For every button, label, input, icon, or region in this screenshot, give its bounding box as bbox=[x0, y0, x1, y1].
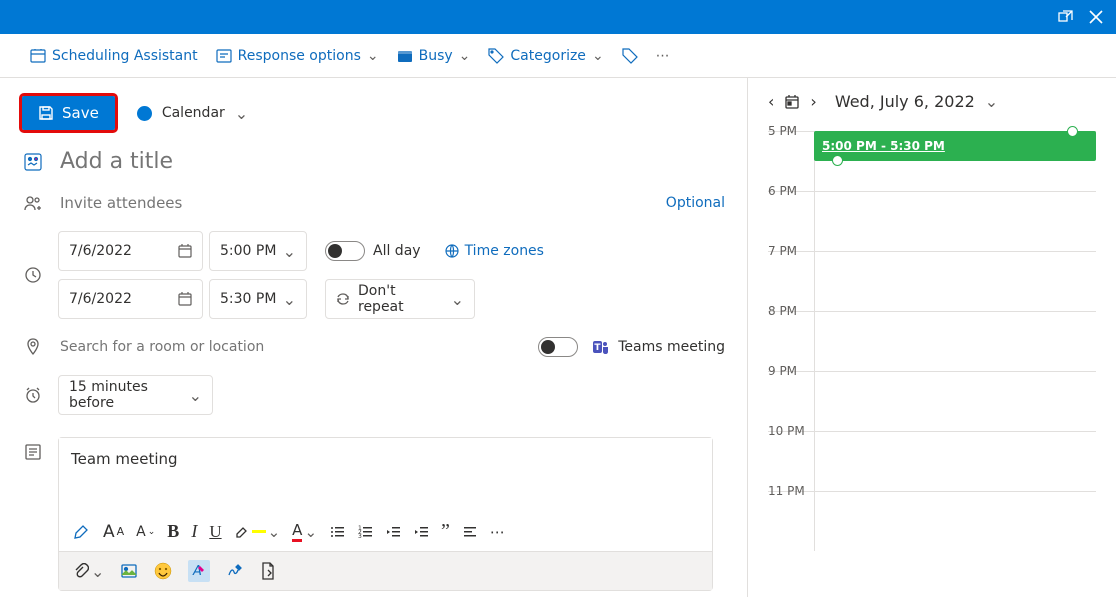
font-color-button[interactable]: A⌄ bbox=[292, 521, 317, 542]
location-input[interactable] bbox=[58, 338, 524, 356]
busy-status-button[interactable]: Busy ⌄ bbox=[397, 48, 471, 64]
tag-icon bbox=[488, 48, 504, 64]
more-formatting-button[interactable]: ⋯ bbox=[490, 523, 505, 541]
font-increase-button[interactable]: AA bbox=[103, 522, 124, 542]
close-button[interactable] bbox=[1086, 7, 1106, 27]
end-date-input[interactable]: 7/6/2022 bbox=[58, 279, 203, 319]
people-icon bbox=[24, 194, 42, 212]
svg-text:3: 3 bbox=[358, 533, 362, 540]
hour-label: 10 PM bbox=[768, 424, 814, 491]
format-toolbar: AA A⌄ B I U ⌄ A⌄ 123 ” ⋯ bbox=[59, 512, 712, 551]
all-day-toggle[interactable] bbox=[325, 241, 365, 261]
svg-text:T: T bbox=[595, 343, 602, 353]
hour-label: 11 PM bbox=[768, 484, 814, 551]
hour-label: 8 PM bbox=[768, 304, 814, 371]
signature-button[interactable] bbox=[226, 562, 244, 580]
underline-button[interactable]: U bbox=[209, 522, 221, 542]
hour-label: 6 PM bbox=[768, 184, 814, 251]
highlight-button[interactable]: ⌄ bbox=[234, 523, 281, 541]
chevron-down-icon: ⌄ bbox=[451, 290, 464, 309]
optional-link[interactable]: Optional bbox=[666, 195, 725, 211]
command-bar: Scheduling Assistant Response options ⌄ … bbox=[0, 34, 1116, 78]
bullet-list-button[interactable] bbox=[329, 524, 345, 540]
location-icon bbox=[24, 338, 42, 356]
calendar-color-dot bbox=[137, 106, 152, 121]
busy-icon bbox=[397, 48, 413, 64]
start-time-input[interactable]: 5:00 PM ⌄ bbox=[209, 231, 307, 271]
attendees-input[interactable] bbox=[58, 193, 652, 213]
overflow-button[interactable]: ⋯ bbox=[656, 48, 670, 64]
event-form: Save Calendar ⌄ Optional bbox=[0, 78, 748, 597]
text-format-button[interactable]: A bbox=[188, 560, 210, 582]
ai-suggestions-icon[interactable] bbox=[24, 153, 42, 171]
save-icon bbox=[38, 105, 54, 121]
event-block[interactable]: 5:00 PM - 5:30 PM bbox=[814, 131, 1096, 161]
repeat-icon bbox=[336, 292, 350, 306]
svg-text:A: A bbox=[192, 564, 202, 579]
hour-label: 9 PM bbox=[768, 364, 814, 431]
chevron-down-icon: ⌄ bbox=[189, 386, 202, 405]
chevron-down-icon: ⌄ bbox=[367, 48, 379, 64]
calendar-name[interactable]: Calendar bbox=[162, 105, 225, 121]
response-options-button[interactable]: Response options ⌄ bbox=[216, 48, 379, 64]
timeline[interactable]: 5:00 PM - 5:30 PM 5 PM 6 PM 7 PM 8 PM 9 … bbox=[768, 131, 1096, 551]
date-label[interactable]: Wed, July 6, 2022 bbox=[835, 92, 975, 111]
popout-button[interactable] bbox=[1056, 7, 1076, 27]
response-icon bbox=[216, 48, 232, 64]
time-zones-link[interactable]: Time zones bbox=[445, 243, 544, 259]
numbered-list-button[interactable]: 123 bbox=[357, 524, 373, 540]
end-time-input[interactable]: 5:30 PM ⌄ bbox=[209, 279, 307, 319]
attach-button[interactable]: ⌄ bbox=[73, 562, 104, 581]
chevron-down-icon: ⌄ bbox=[283, 242, 296, 261]
reminder-input[interactable]: 15 minutes before ⌄ bbox=[58, 375, 213, 415]
globe-icon bbox=[445, 244, 459, 258]
font-decrease-button[interactable]: A⌄ bbox=[136, 524, 155, 540]
chevron-down-icon: ⌄ bbox=[459, 48, 471, 64]
calendar-icon bbox=[178, 244, 192, 258]
tag-outline-icon bbox=[622, 48, 638, 64]
hour-label: 7 PM bbox=[768, 244, 814, 311]
titlebar bbox=[0, 0, 1116, 34]
title-input[interactable] bbox=[58, 148, 725, 175]
insert-toolbar: ⌄ A bbox=[59, 551, 712, 590]
today-button[interactable] bbox=[784, 94, 800, 110]
next-day-button[interactable]: › bbox=[810, 92, 816, 111]
scheduling-icon bbox=[30, 48, 46, 64]
chevron-down-icon: ⌄ bbox=[592, 48, 604, 64]
indent-button[interactable] bbox=[413, 524, 429, 540]
emoji-button[interactable] bbox=[154, 562, 172, 580]
insert-image-button[interactable] bbox=[120, 562, 138, 580]
chevron-down-icon[interactable]: ⌄ bbox=[235, 104, 248, 123]
save-button[interactable]: Save bbox=[22, 96, 115, 130]
teams-meeting-label: Teams meeting bbox=[618, 339, 725, 355]
uncategorize-button[interactable] bbox=[622, 48, 638, 64]
quote-button[interactable]: ” bbox=[441, 520, 450, 543]
bold-button[interactable]: B bbox=[167, 521, 179, 542]
categorize-button[interactable]: Categorize ⌄ bbox=[488, 48, 603, 64]
scheduling-assistant-button[interactable]: Scheduling Assistant bbox=[30, 48, 198, 64]
teams-icon: T bbox=[592, 338, 610, 356]
description-icon bbox=[24, 443, 42, 461]
teams-meeting-toggle[interactable] bbox=[538, 337, 578, 357]
calendar-icon bbox=[178, 292, 192, 306]
prev-day-button[interactable]: ‹ bbox=[768, 92, 774, 111]
description-input[interactable] bbox=[59, 438, 712, 508]
start-date-input[interactable]: 7/6/2022 bbox=[58, 231, 203, 271]
clock-icon bbox=[24, 266, 42, 284]
format-painter-button[interactable] bbox=[73, 523, 91, 541]
insert-file-button[interactable] bbox=[260, 562, 276, 580]
italic-button[interactable]: I bbox=[191, 521, 197, 542]
chevron-down-icon: ⌄ bbox=[283, 290, 296, 309]
repeat-input[interactable]: Don't repeat ⌄ bbox=[325, 279, 475, 319]
reminder-icon bbox=[24, 386, 42, 404]
chevron-down-icon[interactable]: ⌄ bbox=[985, 92, 998, 111]
all-day-label: All day bbox=[373, 243, 421, 259]
outdent-button[interactable] bbox=[385, 524, 401, 540]
day-preview-pane: ‹ › Wed, July 6, 2022 ⌄ 5:00 PM - 5:30 P… bbox=[748, 78, 1116, 597]
hour-label: 5 PM bbox=[768, 124, 814, 191]
align-button[interactable] bbox=[462, 524, 478, 540]
